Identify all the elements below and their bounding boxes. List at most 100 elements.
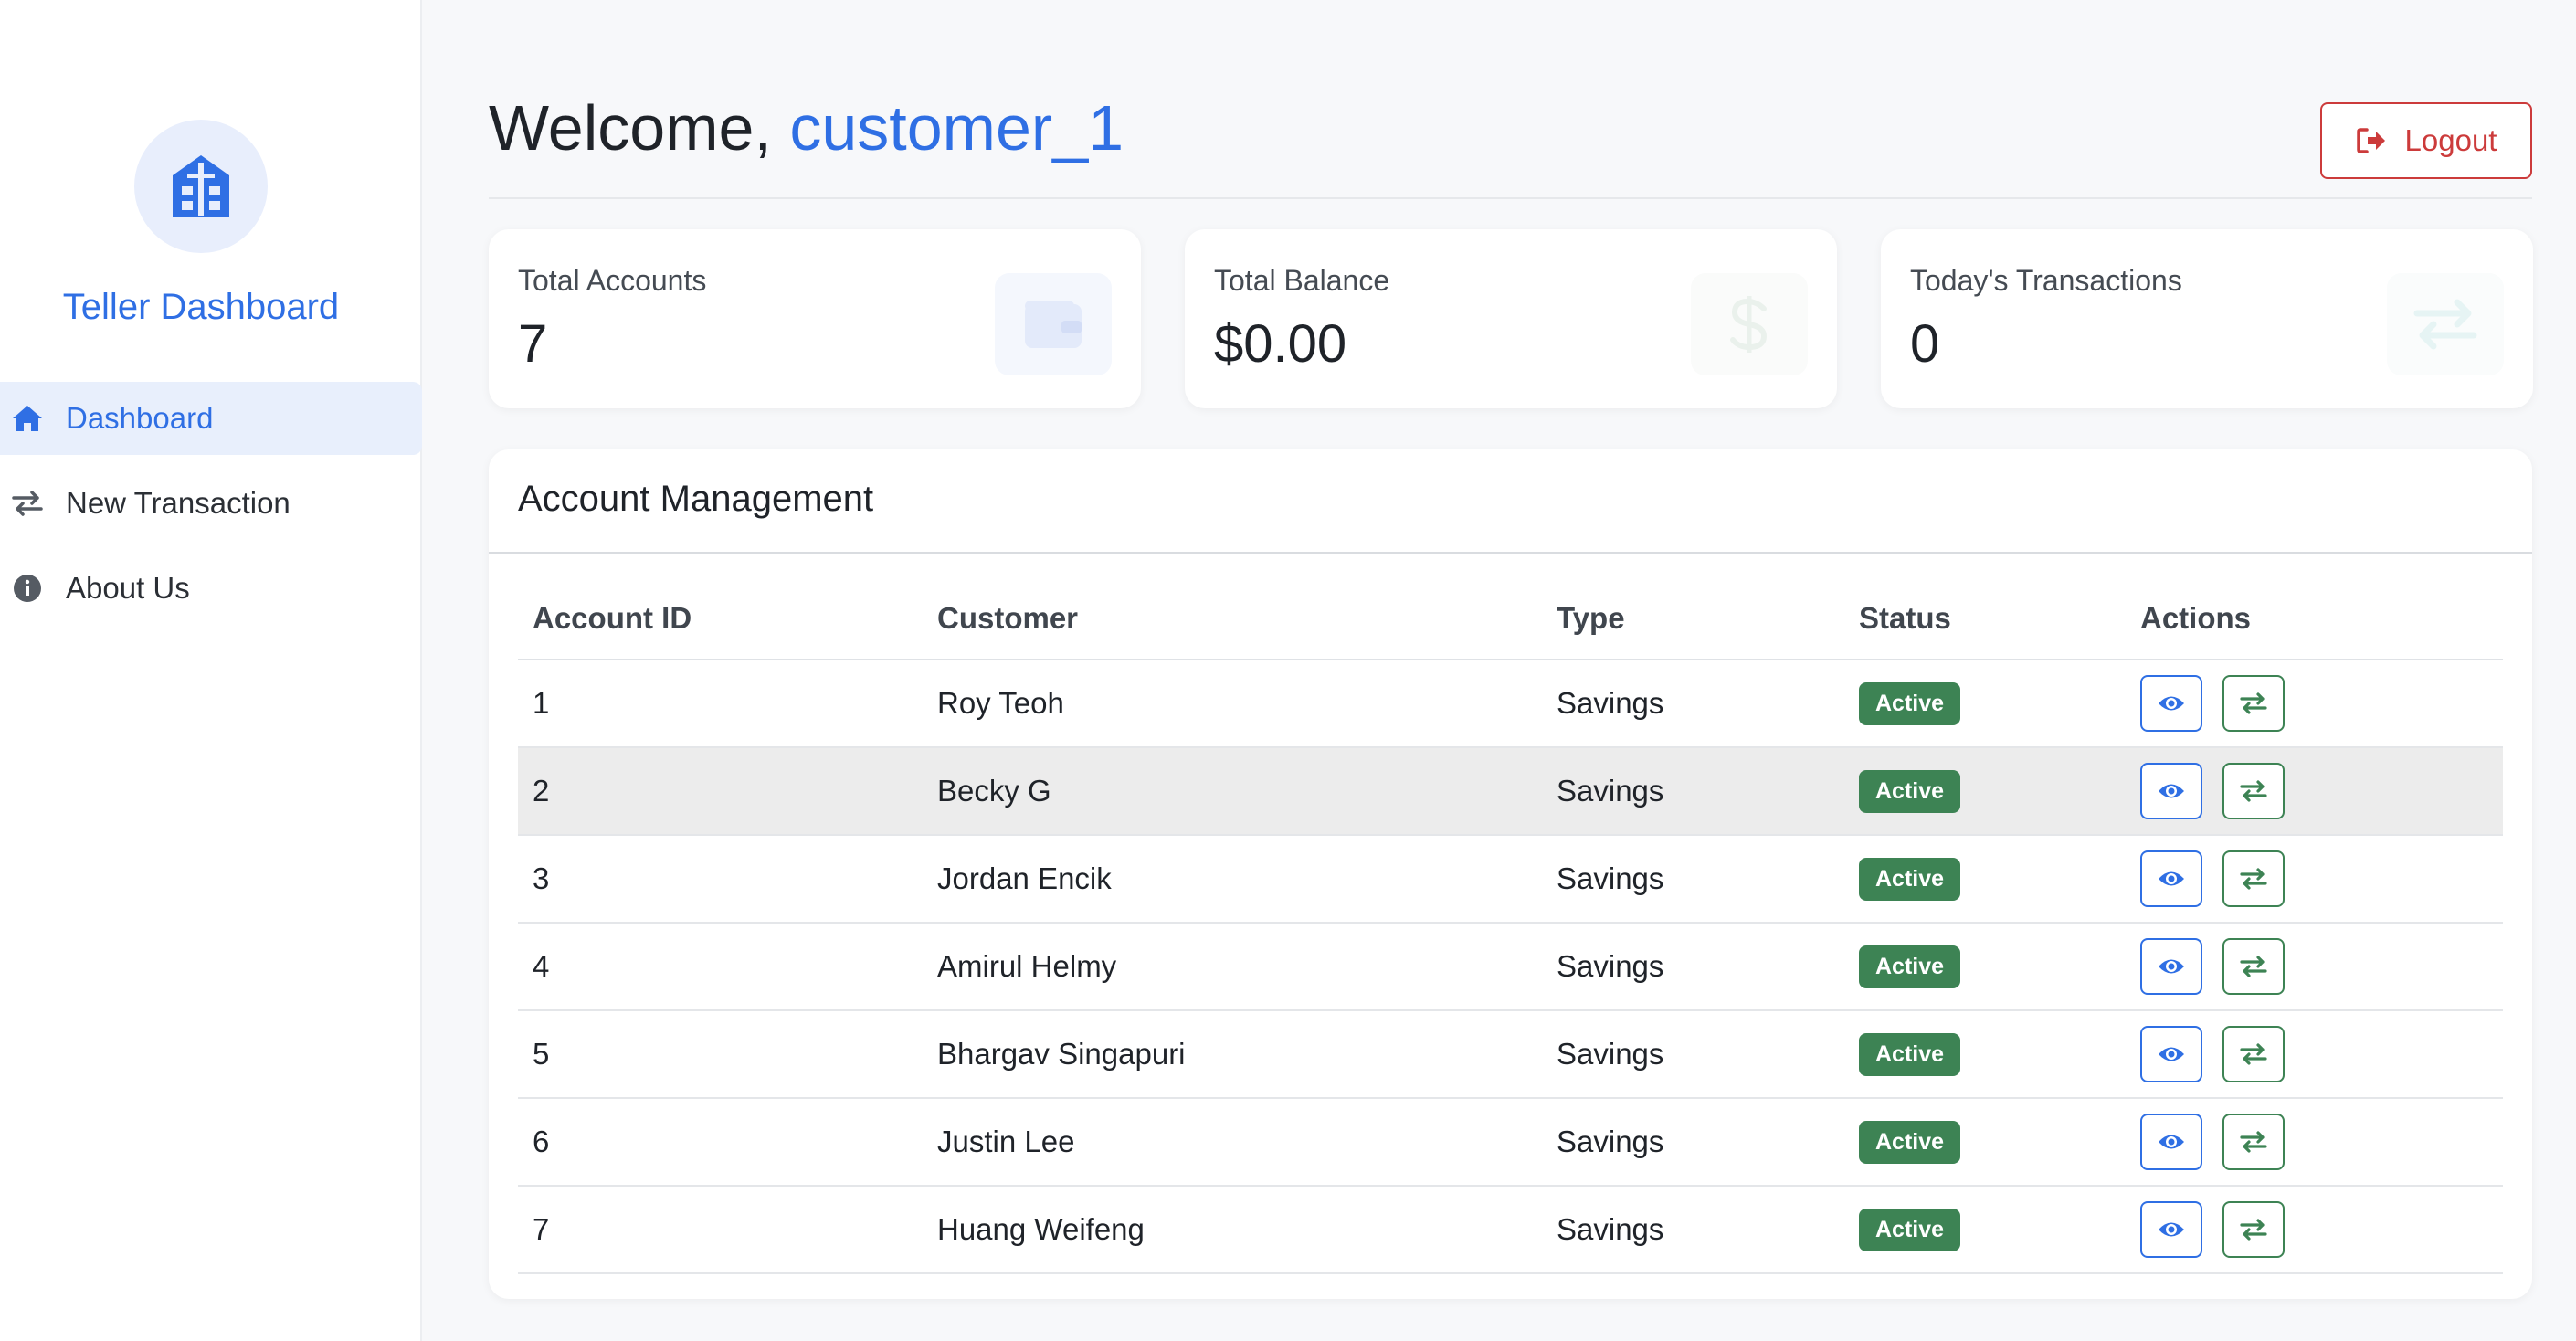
- view-account-button[interactable]: [2140, 763, 2202, 819]
- cell-type: Savings: [1542, 1186, 1844, 1274]
- cell-customer: Becky G: [923, 747, 1542, 836]
- sidebar-nav: Dashboard New Transaction About Us: [0, 382, 422, 637]
- transaction-button[interactable]: [2222, 1114, 2285, 1170]
- bank-logo-icon: [134, 120, 268, 253]
- table-row[interactable]: 3 Jordan Encik Savings Active: [518, 835, 2503, 924]
- stat-value: 0: [1910, 314, 1940, 374]
- cell-actions: [2126, 923, 2503, 1011]
- cell-account-id: 1: [518, 660, 923, 748]
- status-badge: Active: [1859, 769, 1961, 813]
- transaction-button[interactable]: [2222, 938, 2285, 995]
- transfer-arrows-icon: [9, 485, 46, 522]
- view-account-button[interactable]: [2140, 1114, 2202, 1170]
- cell-customer: Huang Weifeng: [923, 1186, 1542, 1274]
- view-account-button[interactable]: [2140, 850, 2202, 907]
- cell-actions: [2126, 1010, 2503, 1099]
- transaction-button[interactable]: [2222, 675, 2285, 732]
- cell-status: Active: [1844, 923, 2126, 1011]
- status-badge: Active: [1859, 945, 1961, 988]
- transaction-button[interactable]: [2222, 1026, 2285, 1082]
- view-account-button[interactable]: [2140, 675, 2202, 732]
- logout-button[interactable]: Logout: [2320, 102, 2532, 179]
- transfer-arrows-icon: [2240, 1130, 2267, 1154]
- stat-label: Total Accounts: [518, 264, 707, 297]
- cell-customer: Amirul Helmy: [923, 923, 1542, 1011]
- cell-customer: Bhargav Singapuri: [923, 1010, 1542, 1099]
- cell-status: Active: [1844, 747, 2126, 836]
- stat-card-total-balance: Total Balance $0.00: [1185, 229, 1837, 408]
- eye-icon: [2158, 781, 2185, 801]
- table-row[interactable]: 5 Bhargav Singapuri Savings Active: [518, 1010, 2503, 1099]
- cell-actions: [2126, 747, 2503, 836]
- cell-status: Active: [1844, 1010, 2126, 1099]
- transfer-arrows-icon: [2240, 1218, 2267, 1241]
- eye-icon: [2158, 1132, 2185, 1152]
- transfer-arrows-icon: [2240, 955, 2267, 978]
- cell-status: Active: [1844, 835, 2126, 924]
- status-badge: Active: [1859, 681, 1961, 725]
- status-badge: Active: [1859, 1208, 1961, 1251]
- transaction-button[interactable]: [2222, 763, 2285, 819]
- cell-account-id: 5: [518, 1010, 923, 1099]
- cell-status: Active: [1844, 1098, 2126, 1187]
- sidebar-item-dashboard[interactable]: Dashboard: [0, 382, 422, 455]
- eye-icon: [2158, 1220, 2185, 1240]
- cell-type: Savings: [1542, 923, 1844, 1011]
- eye-icon: [2158, 1044, 2185, 1064]
- cell-customer: Roy Teoh: [923, 660, 1542, 748]
- eye-icon: [2158, 869, 2185, 889]
- column-header-customer[interactable]: Customer: [923, 577, 1542, 660]
- eye-icon: [2158, 693, 2185, 713]
- sidebar-item-about-us[interactable]: About Us: [0, 552, 422, 625]
- transfer-arrows-icon: [2240, 1042, 2267, 1066]
- dollar-icon: [1691, 273, 1808, 375]
- transfer-arrows-icon: [2240, 867, 2267, 891]
- table-row[interactable]: 4 Amirul Helmy Savings Active: [518, 923, 2503, 1011]
- cell-type: Savings: [1542, 1098, 1844, 1187]
- transaction-button[interactable]: [2222, 850, 2285, 907]
- sidebar: Teller Dashboard Dashboard New Transacti…: [0, 0, 422, 1341]
- column-header-status[interactable]: Status: [1844, 577, 2126, 660]
- brand-title: Teller Dashboard: [62, 287, 340, 327]
- cell-customer: Jordan Encik: [923, 835, 1542, 924]
- table-row[interactable]: 2 Becky G Savings Active: [518, 747, 2503, 836]
- account-management-panel: Account Management Account ID Customer T…: [489, 449, 2532, 1299]
- table-row[interactable]: 6 Justin Lee Savings Active: [518, 1098, 2503, 1187]
- sign-out-icon: [2356, 127, 2387, 154]
- cell-type: Savings: [1542, 1010, 1844, 1099]
- column-header-type[interactable]: Type: [1542, 577, 1844, 660]
- status-badge: Active: [1859, 1120, 1961, 1164]
- cell-type: Savings: [1542, 660, 1844, 748]
- header-divider: [489, 197, 2532, 199]
- cell-status: Active: [1844, 660, 2126, 748]
- stat-card-todays-transactions: Today's Transactions 0: [1881, 229, 2533, 408]
- sidebar-item-new-transaction[interactable]: New Transaction: [0, 467, 422, 540]
- table-row[interactable]: 1 Roy Teoh Savings Active: [518, 660, 2503, 748]
- view-account-button[interactable]: [2140, 1201, 2202, 1258]
- welcome-prefix: Welcome,: [489, 92, 790, 164]
- view-account-button[interactable]: [2140, 1026, 2202, 1082]
- cell-type: Savings: [1542, 747, 1844, 836]
- username: customer_1: [789, 92, 1124, 164]
- column-header-account-id[interactable]: Account ID: [518, 577, 923, 660]
- panel-divider: [489, 552, 2532, 554]
- status-badge: Active: [1859, 1032, 1961, 1076]
- cell-customer: Justin Lee: [923, 1098, 1542, 1187]
- eye-icon: [2158, 956, 2185, 977]
- column-header-actions: Actions: [2126, 577, 2503, 660]
- status-badge: Active: [1859, 857, 1961, 901]
- cell-actions: [2126, 1186, 2503, 1274]
- stat-label: Today's Transactions: [1910, 264, 2182, 297]
- cell-account-id: 7: [518, 1186, 923, 1274]
- cell-account-id: 2: [518, 747, 923, 836]
- cell-actions: [2126, 1098, 2503, 1187]
- logout-label: Logout: [2404, 123, 2497, 157]
- sidebar-item-label: Dashboard: [66, 401, 214, 435]
- accounts-table: Account ID Customer Type Status Actions …: [518, 577, 2503, 1274]
- sidebar-item-label: About Us: [66, 571, 190, 605]
- table-row[interactable]: 7 Huang Weifeng Savings Active: [518, 1186, 2503, 1274]
- view-account-button[interactable]: [2140, 938, 2202, 995]
- panel-title: Account Management: [518, 479, 874, 519]
- transaction-button[interactable]: [2222, 1201, 2285, 1258]
- cell-account-id: 6: [518, 1098, 923, 1187]
